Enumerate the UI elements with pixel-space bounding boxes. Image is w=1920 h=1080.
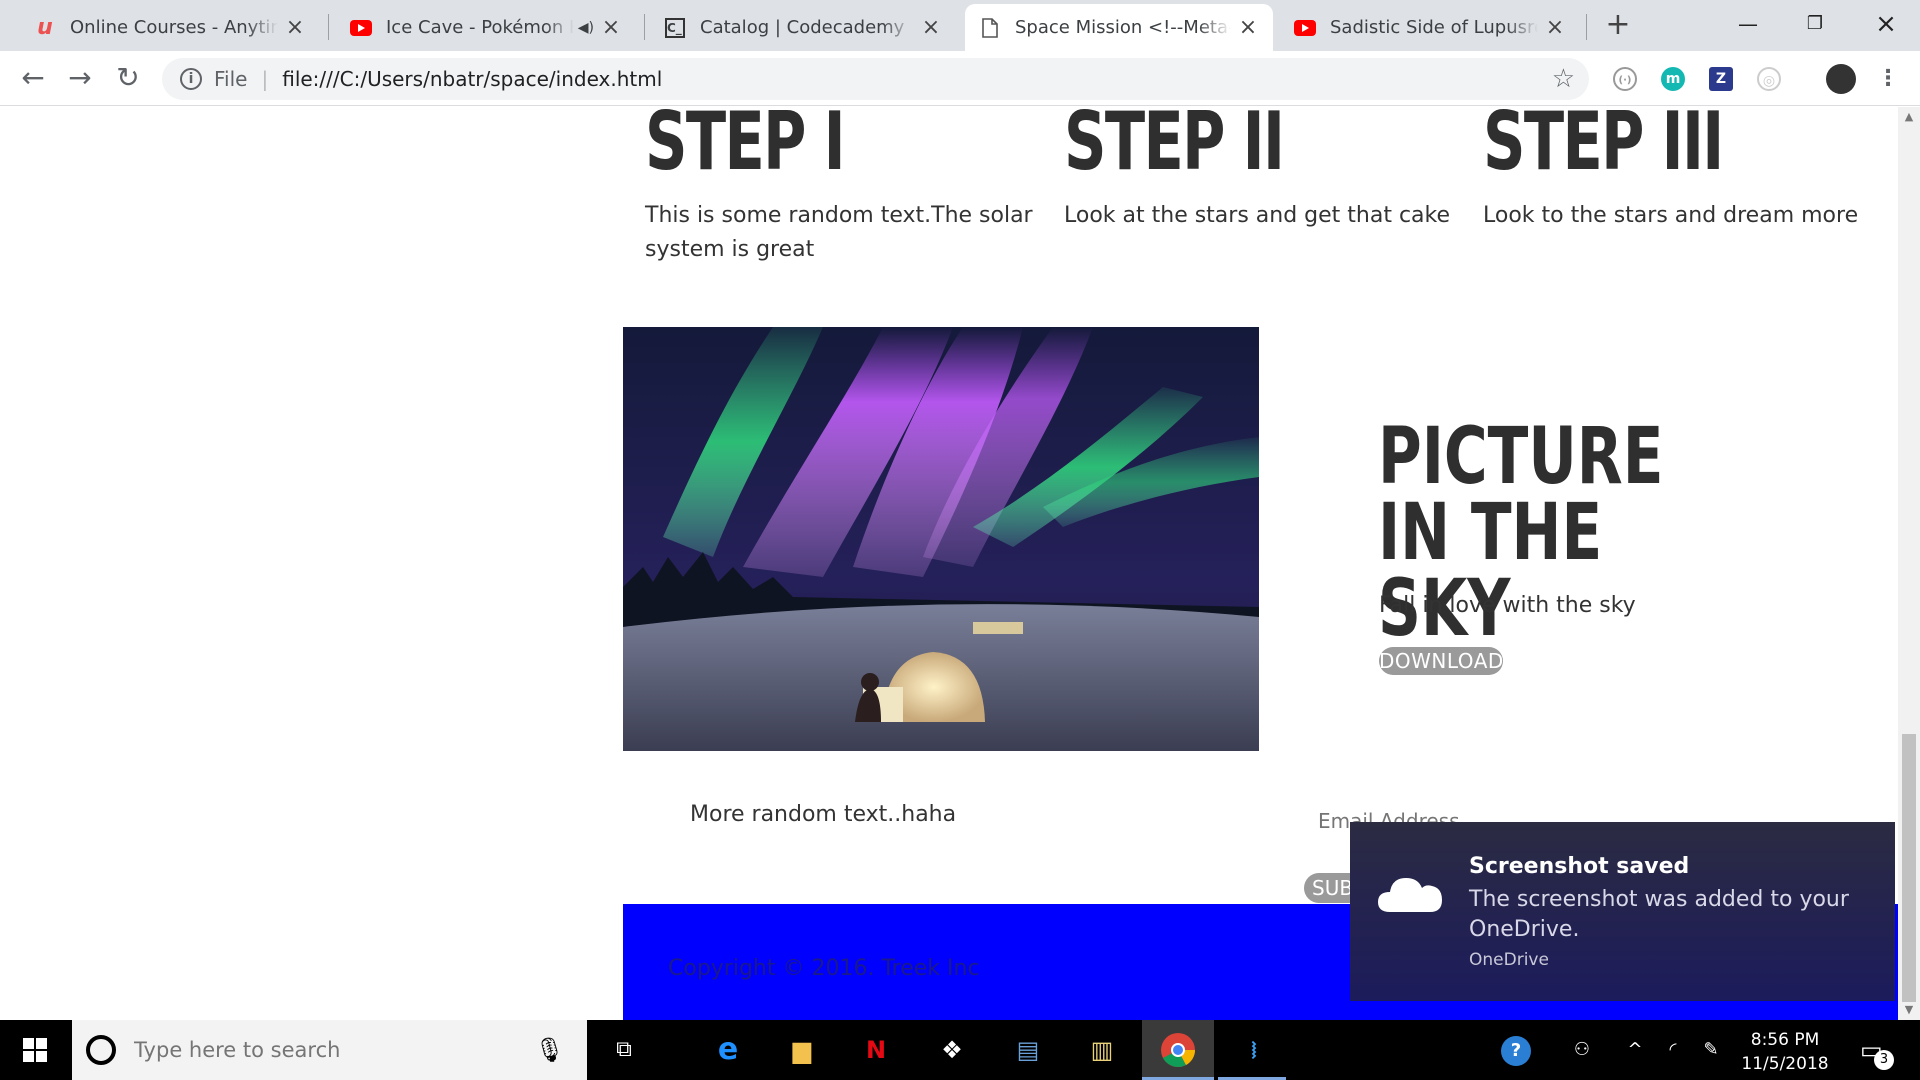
speaker-icon[interactable]: ◀)	[578, 20, 594, 36]
extension-grey-icon[interactable]: ◎	[1757, 67, 1781, 91]
copyright-text: Copyright © 2016. Treek Inc	[668, 956, 980, 981]
help-icon[interactable]: ?	[1496, 1020, 1536, 1080]
onedrive-cloud-icon	[1376, 872, 1444, 918]
reload-button[interactable]: ↻	[110, 60, 146, 96]
scroll-thumb[interactable]	[1902, 734, 1916, 1002]
tab-space-mission[interactable]: Space Mission <!--Meta--> ×	[965, 4, 1273, 51]
step-3: STEP III Look to the stars and dream mor…	[1483, 107, 1873, 233]
dropbox-icon[interactable]: ❖	[932, 1030, 972, 1070]
notification-count: 3	[1874, 1050, 1894, 1070]
more-text: More random text..haha	[690, 802, 957, 827]
tab-ice-cave[interactable]: Ice Cave - Pokémon HeartGold & SoulSilve…	[336, 4, 636, 51]
tab-codecademy[interactable]: C_ Catalog | Codecademy ×	[650, 4, 956, 51]
edge-icon[interactable]: e	[708, 1030, 748, 1070]
chrome-icon	[1161, 1033, 1195, 1067]
step-text: Look to the stars and dream more	[1483, 203, 1859, 228]
close-tab-icon[interactable]: ×	[1237, 16, 1259, 39]
restore-button[interactable]: ❐	[1795, 6, 1835, 42]
windows-logo-icon	[23, 1038, 47, 1062]
cortana-icon	[86, 1035, 116, 1065]
vscode-icon[interactable]: ⧘	[1234, 1030, 1274, 1070]
tab-strip: u Online Courses - Anytime, Anywhere | U…	[0, 0, 1920, 51]
profile-avatar[interactable]	[1826, 64, 1856, 94]
wifi-icon[interactable]: ◜	[1658, 1020, 1688, 1080]
taskbar-search[interactable]: 🎙	[72, 1020, 587, 1080]
scroll-down-arrow-icon[interactable]: ▼	[1898, 1000, 1920, 1020]
step-title: STEP III	[1483, 107, 1724, 188]
task-view-icon[interactable]: ⧉	[604, 1030, 644, 1070]
microphone-icon[interactable]: 🎙	[535, 1036, 565, 1064]
browser-toolbar: ← → ↻ i File | file:///C:/Users/nbatr/sp…	[0, 51, 1920, 106]
aurora-image	[623, 327, 1259, 751]
search-input[interactable]	[134, 1038, 534, 1062]
info-icon[interactable]: i	[180, 68, 202, 90]
close-tab-icon[interactable]: ×	[1544, 16, 1566, 39]
file-explorer-icon[interactable]: ▆	[782, 1030, 822, 1070]
tab-lupusregina[interactable]: Sadistic Side of Lupusregina ×	[1280, 4, 1580, 51]
close-tab-icon[interactable]: ×	[284, 16, 306, 39]
feature-subtitle: Fall in love with the sky	[1379, 593, 1636, 618]
step-title: STEP I	[645, 107, 846, 188]
toast-source: OneDrive	[1469, 950, 1549, 970]
python-file-icon[interactable]: ▥	[1082, 1030, 1122, 1070]
scroll-up-arrow-icon[interactable]: ▲	[1898, 107, 1920, 127]
system-clock[interactable]: 8:56 PM 11/5/2018	[1730, 1028, 1840, 1076]
python-icon[interactable]: ▤	[1008, 1030, 1048, 1070]
minimize-button[interactable]: —	[1728, 6, 1768, 42]
close-window-button[interactable]: ×	[1866, 6, 1906, 42]
new-tab-button[interactable]: +	[1603, 10, 1633, 40]
step-text: Look at the stars and get that cake	[1064, 203, 1451, 228]
step-title: STEP II	[1064, 107, 1285, 188]
netflix-icon[interactable]: N	[856, 1030, 896, 1070]
clock-date: 11/5/2018	[1741, 1054, 1829, 1074]
tab-udemy[interactable]: u Online Courses - Anytime, Anywhere | U…	[20, 4, 320, 51]
download-button[interactable]: DOWNLOAD	[1379, 647, 1503, 675]
step-1: STEP I This is some random text.The sola…	[645, 107, 1035, 267]
back-button[interactable]: ←	[15, 60, 51, 96]
close-tab-icon[interactable]: ×	[920, 16, 942, 39]
address-bar[interactable]: i File | file:///C:/Users/nbatr/space/in…	[162, 58, 1589, 100]
toast-message: The screenshot was added to your OneDriv…	[1469, 887, 1849, 942]
onedrive-toast[interactable]: Screenshot saved The screenshot was adde…	[1350, 822, 1895, 1001]
taskbar: 🎙 ⧉ e ▆ N ❖ ▤ ▥ ⧘ ? ⚇ ^ ◜ ✎ 8:56 PM 11/5…	[0, 1020, 1920, 1080]
chevron-up-icon[interactable]: ^	[1620, 1020, 1650, 1080]
youtube-icon	[350, 17, 372, 39]
page-icon	[979, 17, 1001, 39]
scheme-label: File	[214, 67, 248, 91]
extension-m-icon[interactable]: m	[1661, 67, 1685, 91]
codecademy-icon: C_	[664, 17, 686, 39]
pen-icon[interactable]: ✎	[1696, 1020, 1726, 1080]
start-button[interactable]	[0, 1020, 70, 1080]
udemy-icon: u	[37, 15, 53, 40]
extension-z-icon[interactable]: Z	[1709, 67, 1733, 91]
url-text[interactable]: file:///C:/Users/nbatr/space/index.html	[282, 67, 662, 91]
action-center-button[interactable]: ▭ 3	[1852, 1020, 1900, 1080]
extension-icon[interactable]: (·)	[1613, 67, 1637, 91]
vertical-scrollbar[interactable]: ▲ ▼	[1898, 107, 1920, 1020]
people-icon[interactable]: ⚇	[1562, 1020, 1602, 1080]
bookmark-star-icon[interactable]: ☆	[1552, 64, 1575, 94]
toast-title: Screenshot saved	[1469, 854, 1690, 879]
menu-icon[interactable]: ⋮	[1876, 67, 1900, 91]
step-text: This is some random text.The solar syste…	[645, 203, 1033, 262]
close-tab-icon[interactable]: ×	[600, 16, 622, 39]
youtube-icon	[1294, 17, 1316, 39]
chrome-taskbar-button[interactable]	[1142, 1020, 1214, 1080]
forward-button[interactable]: →	[62, 60, 98, 96]
clock-time: 8:56 PM	[1750, 1030, 1820, 1050]
step-2: STEP II Look at the stars and get that c…	[1064, 107, 1454, 233]
